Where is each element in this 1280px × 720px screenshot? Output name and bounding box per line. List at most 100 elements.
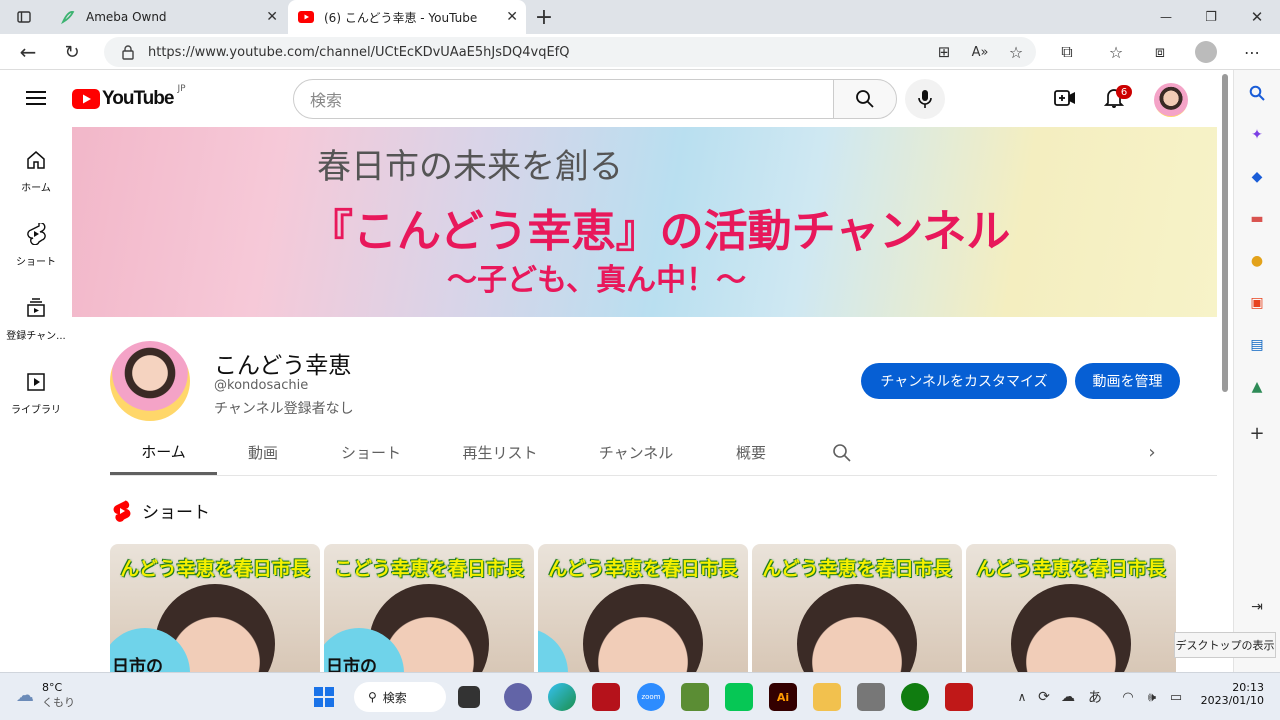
search-icon[interactable] [1246, 82, 1268, 104]
search-button[interactable] [833, 79, 897, 119]
mcafee-icon[interactable] [945, 683, 973, 711]
close-tab-icon[interactable]: ✕ [266, 9, 278, 25]
app-cat-icon[interactable] [857, 683, 885, 711]
taskbar-search[interactable]: ⚲ 検索 [354, 682, 446, 712]
add-favorite-icon[interactable]: ☆ [1004, 40, 1028, 64]
tab-title: Ameba Ownd [86, 10, 167, 24]
search-icon [856, 90, 874, 108]
settings-more-icon[interactable]: ⋯ [1240, 40, 1264, 64]
minecraft-icon[interactable] [681, 683, 709, 711]
tools-icon[interactable]: ▬ [1246, 208, 1268, 230]
start-icon[interactable] [310, 683, 338, 711]
short-caption: こどう幸恵を春日市長 [333, 558, 524, 580]
create-video-icon[interactable] [1053, 86, 1077, 110]
banner-line-1: 春日市の未来を創る [317, 147, 623, 187]
customize-channel-button[interactable]: チャンネルをカスタマイズ [861, 363, 1067, 399]
app-available-icon[interactable]: ⊞ [932, 40, 956, 64]
tree-icon[interactable]: ▲ [1246, 376, 1268, 398]
short-thumbnail[interactable]: 日市の んどう幸恵を春日市長 [110, 544, 320, 672]
xbox-icon[interactable] [901, 683, 929, 711]
scrollbar-thumb[interactable] [1222, 74, 1228, 392]
channel-avatar[interactable] [110, 341, 190, 421]
volume-icon[interactable]: 🕪 [1140, 685, 1164, 709]
lock-icon[interactable] [116, 40, 140, 64]
nav-shorts[interactable]: ショート [0, 208, 72, 282]
teams-chat-icon[interactable] [504, 683, 532, 711]
zoom-icon[interactable]: zoom [637, 683, 665, 711]
close-tab-icon[interactable]: ✕ [506, 9, 518, 25]
favorites-icon[interactable]: ☆ [1104, 40, 1128, 64]
weather-desc: くもり [42, 696, 75, 709]
shopping-icon[interactable]: ◆ [1246, 166, 1268, 188]
profile-icon[interactable] [1194, 40, 1218, 64]
search-input[interactable]: 検索 [293, 79, 834, 119]
illustrator-icon[interactable]: Ai [769, 683, 797, 711]
tab-home[interactable]: ホーム [110, 430, 217, 475]
extensions-icon[interactable]: ⧉ [1055, 40, 1079, 64]
outlook-icon[interactable]: ▤ [1246, 334, 1268, 356]
address-bar-row: ← ↻ https://www.youtube.com/channel/UCtE… [0, 34, 1280, 70]
nav-home[interactable]: ホーム [0, 134, 72, 208]
short-thumbnail[interactable]: んどう幸恵を春日市長 [966, 544, 1176, 672]
notification-count-badge: 6 [1116, 85, 1132, 99]
library-icon [27, 372, 45, 391]
short-thumbnail[interactable]: んどう幸恵を春日市長 [752, 544, 962, 672]
tabs-scroll-right-icon[interactable]: › [1132, 430, 1172, 475]
edge-browser-icon[interactable] [548, 683, 576, 711]
hide-sidebar-icon[interactable]: ⇥ [1246, 596, 1268, 618]
onedrive-icon[interactable]: ☁ [1056, 685, 1080, 709]
channel-search-icon[interactable] [822, 430, 862, 475]
tab-ameba-ownd[interactable]: Ameba Ownd ✕ [48, 0, 286, 34]
refresh-icon[interactable]: ↻ [60, 40, 84, 64]
games-icon[interactable]: ● [1246, 250, 1268, 272]
short-caption: んどう幸恵を春日市長 [548, 558, 738, 580]
battery-icon[interactable]: ▭ [1164, 685, 1188, 709]
new-tab-button[interactable]: + [532, 5, 556, 30]
nav-library[interactable]: ライブラリ [0, 356, 72, 430]
youtube-logo[interactable]: YouTube JP [72, 84, 186, 110]
menu-icon[interactable] [24, 86, 48, 110]
tab-youtube[interactable]: (6) こんどう幸恵 - YouTube ✕ [288, 0, 526, 34]
url-field[interactable]: https://www.youtube.com/channel/UCtEcKDv… [104, 37, 1036, 67]
banner-line-3: ～子ども、真ん中！～ [447, 263, 747, 298]
app-red-icon[interactable] [592, 683, 620, 711]
subscriptions-icon [27, 297, 45, 317]
show-hidden-icons-icon[interactable]: ∧ [1010, 685, 1034, 709]
office-icon[interactable]: ▣ [1246, 292, 1268, 314]
tab-about[interactable]: 概要 [712, 430, 790, 475]
weather-widget[interactable]: ☁ 8°C くもり [16, 681, 75, 710]
account-avatar[interactable] [1154, 83, 1188, 117]
tab-playlists[interactable]: 再生リスト [446, 430, 554, 475]
home-icon [27, 150, 45, 169]
read-aloud-icon[interactable]: A» [968, 40, 992, 64]
ime-indicator[interactable]: あ [1083, 685, 1107, 709]
sync-icon[interactable]: ⟳ [1032, 685, 1056, 709]
short-face-image [1011, 584, 1131, 672]
page-scrollbar[interactable] [1218, 70, 1232, 672]
file-explorer-icon[interactable] [813, 683, 841, 711]
line-icon[interactable] [725, 683, 753, 711]
restore-button[interactable]: ❐ [1199, 5, 1223, 29]
collections-icon[interactable]: ⧈ [1148, 40, 1172, 64]
tab-actions-icon[interactable] [12, 5, 36, 29]
clock[interactable]: 20:13 2023/01/10 [1196, 681, 1264, 707]
short-thumbnail[interactable]: 日市の こどう幸恵を春日市長 [324, 544, 534, 672]
logo-text: YouTube [102, 88, 174, 109]
weather-temp: 8°C [42, 681, 63, 694]
task-view-icon[interactable] [458, 686, 480, 708]
tab-shorts[interactable]: ショート [322, 430, 420, 475]
nav-subscriptions[interactable]: 登録チャン... [0, 282, 72, 356]
tab-videos[interactable]: 動画 [217, 430, 309, 475]
add-sidebar-item-icon[interactable]: + [1246, 422, 1268, 444]
short-thumbnail[interactable]: んどう幸恵を春日市長 [538, 544, 748, 672]
discover-icon[interactable]: ✦ [1246, 124, 1268, 146]
wifi-icon[interactable]: ◠ [1116, 685, 1140, 709]
tab-channels[interactable]: チャンネル [582, 430, 690, 475]
shorts-logo-icon [112, 500, 132, 526]
close-window-button[interactable]: ✕ [1245, 5, 1269, 29]
minimize-button[interactable]: — [1154, 5, 1178, 29]
manage-videos-button[interactable]: 動画を管理 [1075, 363, 1180, 399]
voice-search-button[interactable] [905, 79, 945, 119]
windows-taskbar: ☁ 8°C くもり ⚲ 検索 zoom Ai ∧ ⟳ ☁ あ ◠ 🕪 ▭ 20:… [0, 672, 1280, 720]
back-icon[interactable]: ← [16, 40, 40, 64]
